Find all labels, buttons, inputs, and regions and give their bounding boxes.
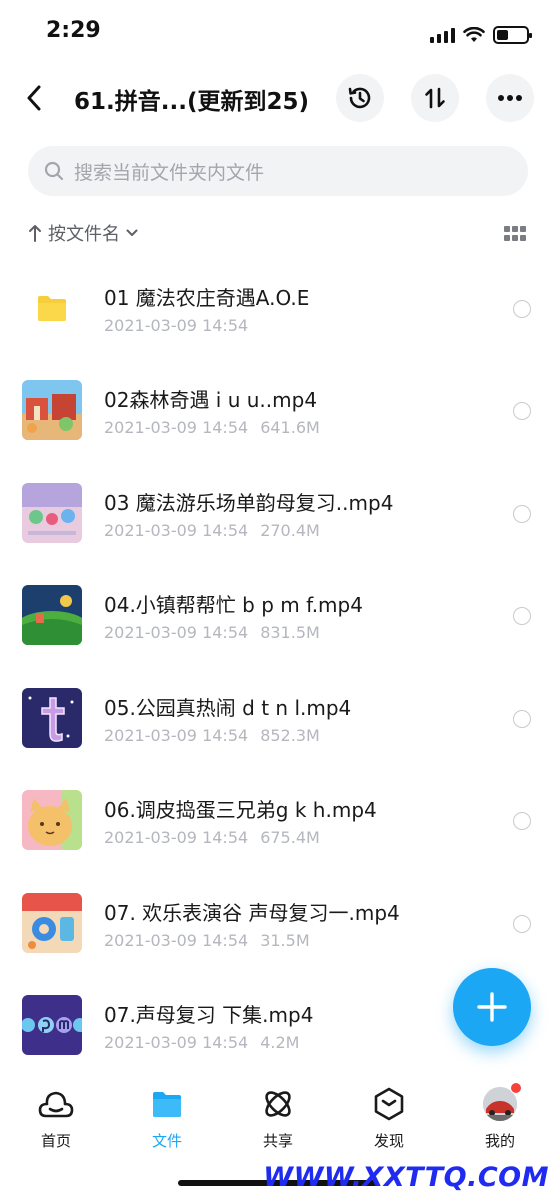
file-date: 2021-03-09 14:54 [104, 623, 249, 642]
video-thumbnail [22, 688, 82, 748]
search-placeholder: 搜索当前文件夹内文件 [74, 161, 265, 184]
file-size: 675.4M [260, 828, 320, 847]
tab-label: 首页 [40, 1132, 71, 1150]
file-date: 2021-03-09 14:54 [104, 828, 249, 847]
add-button[interactable] [453, 968, 531, 1046]
file-date: 2021-03-09 14:54 [104, 1033, 249, 1052]
sort-button[interactable]: 按文件名 [28, 220, 138, 246]
file-meta: 2021-03-09 14:54 270.4M [104, 521, 320, 540]
tab-label: 共享 [262, 1132, 293, 1150]
file-size: 31.5M [260, 931, 310, 950]
file-size: 4.2M [260, 1033, 300, 1052]
video-thumbnail [22, 893, 82, 953]
cellular-signal-icon [430, 27, 455, 43]
status-time: 2:29 [46, 18, 101, 43]
grid-view-button[interactable] [504, 226, 526, 243]
chevron-left-icon [27, 85, 41, 111]
video-thumbnail [22, 790, 82, 850]
tab-discover[interactable]: 发现 [349, 1086, 429, 1151]
file-size: 641.6M [260, 418, 320, 437]
select-radio[interactable] [513, 812, 531, 830]
tab-files[interactable]: 文件 [127, 1086, 207, 1151]
file-name: 02森林奇遇 i u u..mp4 [104, 388, 318, 412]
file-name: 03 魔法游乐场单韵母复习..mp4 [104, 491, 394, 515]
select-radio[interactable] [513, 505, 531, 523]
tab-label: 文件 [151, 1132, 182, 1150]
watermark: WWW.XXTTQ.COM [263, 1162, 549, 1193]
more-dots-icon [498, 95, 522, 101]
more-button[interactable] [486, 74, 534, 122]
file-name: 01 魔法农庄奇遇A.O.E [104, 286, 310, 310]
tab-share[interactable]: 共享 [238, 1086, 318, 1151]
file-size: 270.4M [260, 521, 320, 540]
file-size: 831.5M [260, 623, 320, 642]
header: 61.拼音...(更新到25) [0, 68, 555, 130]
avatar-wrapper [482, 1082, 522, 1122]
sort-label: 按文件名 [48, 224, 120, 245]
select-radio[interactable] [513, 402, 531, 420]
file-date: 2021-03-09 14:54 [104, 316, 249, 335]
transfer-button[interactable] [411, 74, 459, 122]
select-radio[interactable] [513, 915, 531, 933]
file-date: 2021-03-09 14:54 [104, 418, 249, 437]
file-meta: 2021-03-09 14:54 852.3M [104, 726, 320, 745]
video-thumbnail [22, 380, 82, 440]
file-name: 06.调皮捣蛋三兄弟g k h.mp4 [104, 798, 377, 822]
sort-row: 按文件名 [28, 220, 528, 250]
history-icon [348, 87, 371, 109]
folder-title: 61.拼音...(更新到25) [74, 89, 309, 115]
tab-home[interactable]: 首页 [16, 1086, 96, 1151]
file-meta: 2021-03-09 14:54 641.6M [104, 418, 320, 437]
video-thumbnail [22, 995, 82, 1055]
file-name: 05.公园真热闹 d t n l.mp4 [104, 696, 352, 720]
notification-dot [510, 1082, 522, 1094]
tab-me[interactable]: 我的 [460, 1082, 540, 1151]
file-row[interactable]: 04.小镇帮帮忙 b p m f.mp4 2021-03-09 14:54 831… [0, 565, 555, 667]
status-icons [430, 22, 532, 48]
search-icon [44, 161, 64, 181]
tab-bar: 首页 文件 共享 发现 我的 [0, 1074, 555, 1154]
file-meta: 2021-03-09 14:54 831.5M [104, 623, 320, 642]
search-input[interactable]: 搜索当前文件夹内文件 [28, 146, 528, 196]
select-radio[interactable] [513, 710, 531, 728]
wifi-icon [463, 27, 485, 42]
file-row[interactable]: 01 魔法农庄奇遇A.O.E 2021-03-09 14:54 [0, 258, 555, 360]
file-row[interactable]: 05.公园真热闹 d t n l.mp4 2021-03-09 14:54 852… [0, 668, 555, 770]
battery-icon [493, 26, 532, 44]
share-atom-icon [260, 1086, 296, 1122]
file-date: 2021-03-09 14:54 [104, 726, 249, 745]
tab-label: 我的 [484, 1132, 515, 1150]
file-meta: 2021-03-09 14:54 31.5M [104, 931, 310, 950]
plus-icon [477, 992, 507, 1022]
file-row[interactable]: 02森林奇遇 i u u..mp4 2021-03-09 14:54 641.6M [0, 360, 555, 462]
folder-icon [38, 296, 66, 321]
back-button[interactable] [14, 78, 54, 118]
file-date: 2021-03-09 14:54 [104, 931, 249, 950]
chevron-down-icon [126, 229, 138, 236]
history-button[interactable] [336, 74, 384, 122]
tab-label: 发现 [373, 1132, 404, 1150]
file-row[interactable]: 03 魔法游乐场单韵母复习..mp4 2021-03-09 14:54 270.4… [0, 463, 555, 565]
discover-cube-icon [371, 1086, 407, 1122]
file-row[interactable]: 06.调皮捣蛋三兄弟g k h.mp4 2021-03-09 14:54 675.… [0, 770, 555, 872]
file-meta: 2021-03-09 14:54 675.4M [104, 828, 320, 847]
file-name: 04.小镇帮帮忙 b p m f.mp4 [104, 593, 363, 617]
file-date: 2021-03-09 14:54 [104, 521, 249, 540]
file-name: 07.声母复习 下集.mp4 [104, 1003, 314, 1027]
file-meta: 2021-03-09 14:54 4.2M [104, 1033, 299, 1052]
status-bar: 2:29 [0, 0, 555, 68]
folder-icon [149, 1086, 185, 1122]
file-row[interactable]: 07. 欢乐表演谷 声母复习一.mp4 2021-03-09 14:54 31.5… [0, 873, 555, 975]
home-icon [38, 1086, 74, 1122]
file-size: 852.3M [260, 726, 320, 745]
select-radio[interactable] [513, 300, 531, 318]
select-radio[interactable] [513, 607, 531, 625]
sort-arrow-up-icon [29, 225, 41, 242]
file-name: 07. 欢乐表演谷 声母复习一.mp4 [104, 901, 400, 925]
video-thumbnail [22, 483, 82, 543]
file-meta: 2021-03-09 14:54 [104, 316, 248, 335]
transfer-arrows-icon [425, 87, 445, 109]
video-thumbnail [22, 585, 82, 645]
